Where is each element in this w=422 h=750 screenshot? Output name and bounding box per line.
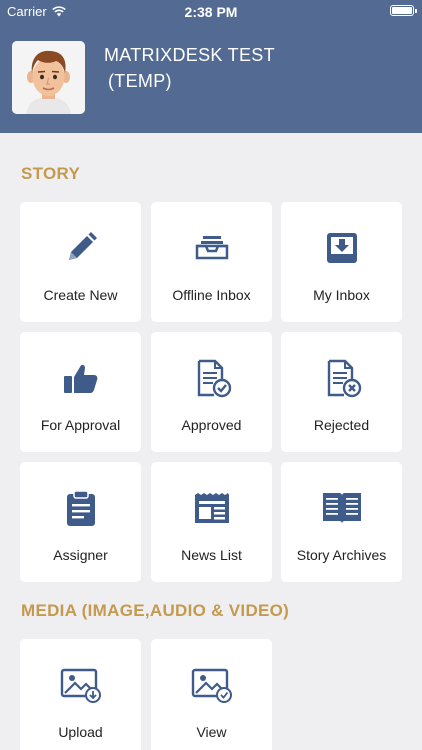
profile-name-line2: (TEMP) bbox=[108, 71, 172, 91]
my-inbox-label: My Inbox bbox=[313, 287, 370, 303]
image-upload-icon bbox=[60, 668, 101, 703]
newspaper-icon bbox=[194, 493, 229, 523]
approved-tile[interactable]: Approved bbox=[151, 332, 272, 452]
assigner-label: Assigner bbox=[53, 547, 108, 563]
inbox-download-icon bbox=[326, 233, 357, 263]
document-x-icon bbox=[327, 359, 361, 398]
my-inbox-tile[interactable]: My Inbox bbox=[281, 202, 402, 322]
battery-icon bbox=[390, 5, 417, 16]
status-bar: Carrier 2:38 PM bbox=[0, 0, 422, 24]
offline-inbox-tile[interactable]: Offline Inbox bbox=[151, 202, 272, 322]
story-section-title: STORY bbox=[21, 164, 81, 183]
profile-header: Carrier 2:38 PM MATRIXDESK TEST (TEMP) bbox=[0, 0, 422, 133]
open-book-icon bbox=[322, 493, 361, 524]
clock: 2:38 PM bbox=[184, 4, 238, 20]
image-view-icon bbox=[191, 668, 232, 703]
view-tile[interactable]: View bbox=[151, 639, 272, 750]
offline-inbox-label: Offline Inbox bbox=[172, 287, 251, 303]
upload-label: Upload bbox=[58, 724, 103, 740]
avatar-face-icon bbox=[12, 41, 85, 114]
news-list-label: News List bbox=[181, 547, 242, 563]
clipboard-icon bbox=[66, 490, 95, 526]
document-check-icon bbox=[197, 359, 231, 398]
assigner-tile[interactable]: Assigner bbox=[20, 462, 141, 582]
tray-icon bbox=[195, 236, 228, 260]
news-list-tile[interactable]: News List bbox=[151, 462, 272, 582]
pencil-icon bbox=[68, 232, 97, 260]
for-approval-label: For Approval bbox=[40, 417, 121, 433]
thumbs-up-icon bbox=[63, 364, 97, 393]
profile-name: MATRIXDESK TEST (TEMP) bbox=[104, 42, 275, 94]
create-new-tile[interactable]: Create New bbox=[20, 202, 141, 322]
for-approval-tile[interactable]: For Approval bbox=[20, 332, 141, 452]
approved-label: Approved bbox=[181, 417, 242, 433]
rejected-tile[interactable]: Rejected bbox=[281, 332, 402, 452]
avatar[interactable] bbox=[12, 41, 85, 114]
story-archives-tile[interactable]: Story Archives bbox=[281, 462, 402, 582]
media-section-title: MEDIA (IMAGE,AUDIO & VIDEO) bbox=[21, 601, 290, 620]
view-label: View bbox=[196, 724, 227, 740]
story-archives-label: Story Archives bbox=[296, 547, 387, 563]
rejected-label: Rejected bbox=[313, 417, 370, 433]
create-new-label: Create New bbox=[43, 287, 118, 303]
upload-tile[interactable]: Upload bbox=[20, 639, 141, 750]
profile-name-line1: MATRIXDESK TEST bbox=[104, 45, 275, 65]
